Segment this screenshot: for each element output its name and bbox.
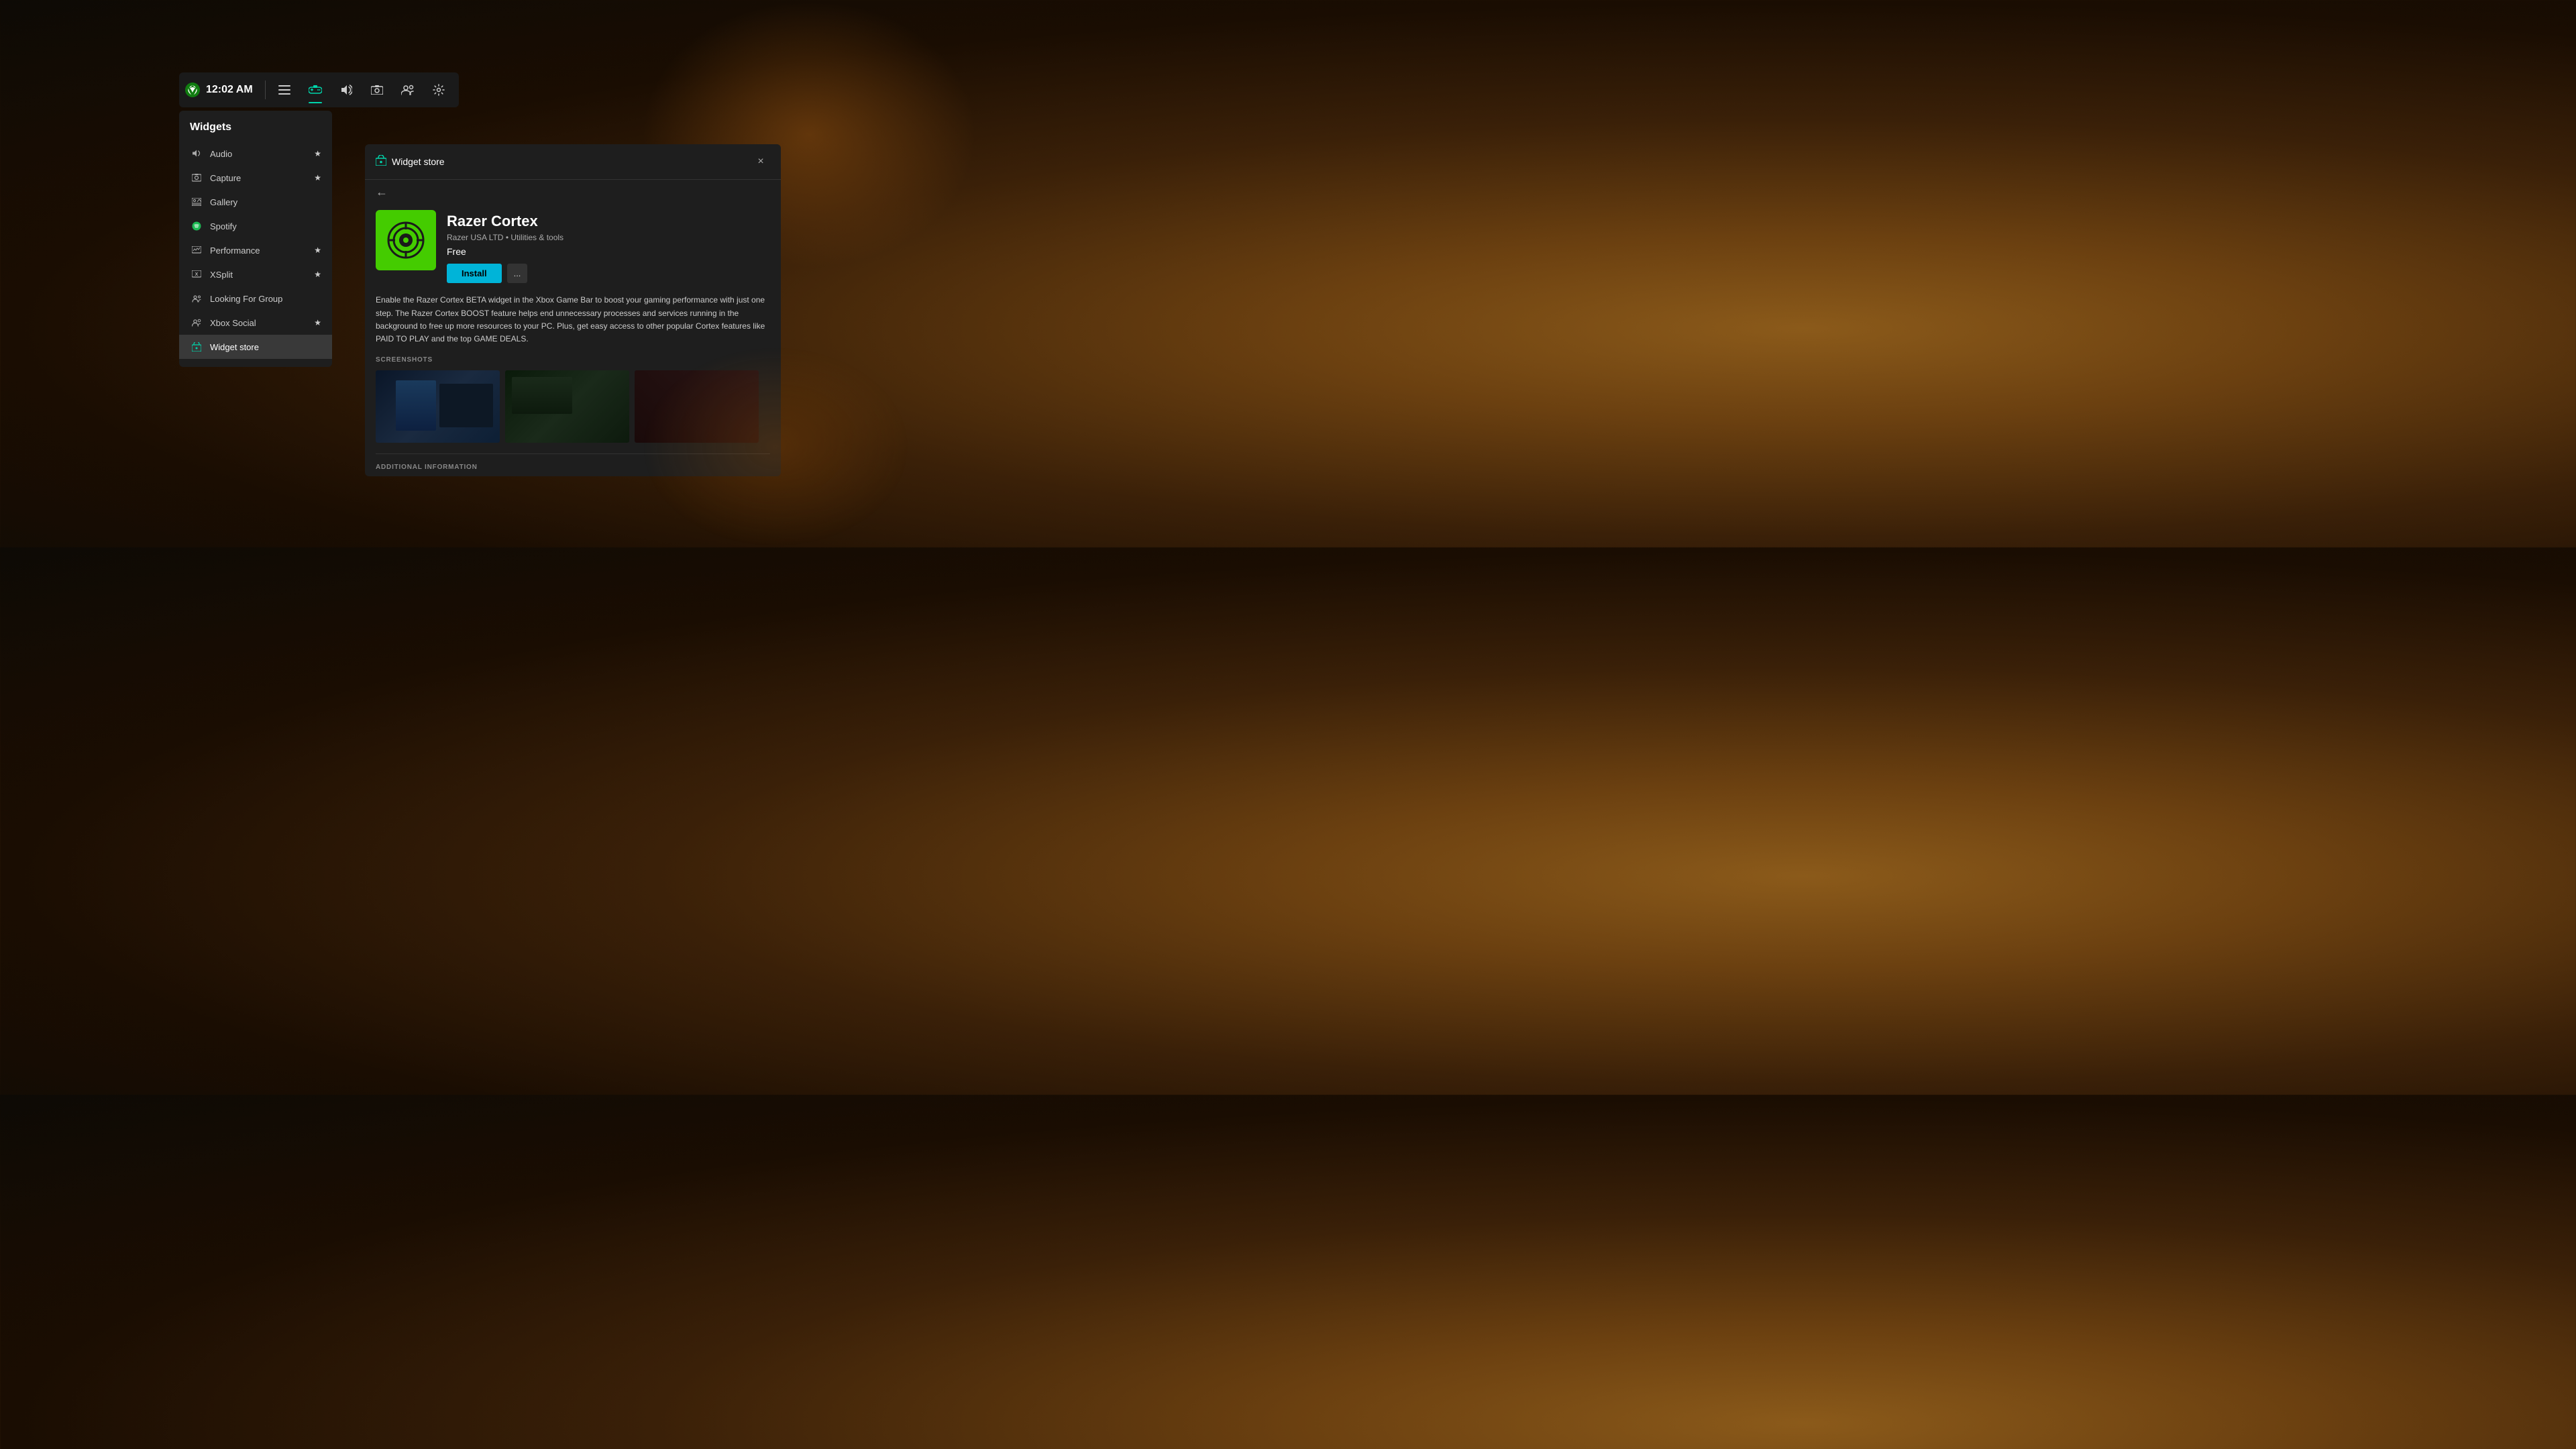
xsplit-icon: X bbox=[190, 268, 203, 281]
xbox-logo bbox=[184, 82, 201, 98]
gallery-icon bbox=[190, 195, 203, 209]
additional-info: ADDITIONAL INFORMATION Release date Appr… bbox=[376, 453, 770, 476]
lfg-label: Looking For Group bbox=[210, 294, 282, 304]
gallery-label: Gallery bbox=[210, 197, 237, 207]
spotify-label: Spotify bbox=[210, 221, 237, 231]
app-description: Enable the Razer Cortex BETA widget in t… bbox=[376, 294, 770, 345]
app-price: Free bbox=[447, 246, 770, 257]
widget-store-close-button[interactable]: × bbox=[751, 152, 770, 171]
audio-label: Audio bbox=[210, 149, 232, 159]
xbox-social-icon bbox=[190, 316, 203, 329]
screenshot-1[interactable] bbox=[376, 370, 500, 443]
screenshot-3[interactable] bbox=[635, 370, 759, 443]
gamebar-clock: 12:02 AM bbox=[206, 84, 253, 96]
performance-label: Performance bbox=[210, 246, 260, 256]
sidebar-item-lfg[interactable]: Looking For Group bbox=[179, 286, 332, 311]
app-icon bbox=[376, 210, 436, 270]
capture-icon bbox=[190, 171, 203, 184]
widget-store-sidebar-icon bbox=[190, 340, 203, 354]
widget-store-panel: Widget store × ← bbox=[365, 144, 781, 476]
performance-star[interactable]: ★ bbox=[314, 246, 321, 255]
audio-icon bbox=[190, 147, 203, 160]
app-header: Razer Cortex Razer USA LTD • Utilities &… bbox=[376, 205, 770, 294]
sidebar-item-audio[interactable]: Audio ★ bbox=[179, 142, 332, 166]
widget-store-header-icon bbox=[376, 155, 386, 169]
sidebar-item-widget-store[interactable]: Widget store bbox=[179, 335, 332, 359]
install-button[interactable]: Install bbox=[447, 264, 502, 283]
gamebar-audio-button[interactable] bbox=[331, 75, 361, 105]
capture-star[interactable]: ★ bbox=[314, 173, 321, 182]
widget-store-back-button[interactable]: ← bbox=[365, 180, 781, 205]
gamebar-separator bbox=[265, 80, 266, 99]
app-actions: Install ... bbox=[447, 264, 770, 283]
audio-star[interactable]: ★ bbox=[314, 149, 321, 158]
sidebar-item-xbox-social[interactable]: Xbox Social ★ bbox=[179, 311, 332, 335]
spotify-icon bbox=[190, 219, 203, 233]
widgets-panel: Widgets Audio ★ Capture ★ bbox=[179, 111, 332, 367]
app-info: Razer Cortex Razer USA LTD • Utilities &… bbox=[447, 210, 770, 283]
widget-store-body: Razer Cortex Razer USA LTD • Utilities &… bbox=[365, 205, 781, 476]
widget-store-sidebar-label: Widget store bbox=[210, 342, 259, 352]
sidebar-item-performance[interactable]: Performance ★ bbox=[179, 238, 332, 262]
app-publisher: Razer USA LTD • Utilities & tools bbox=[447, 233, 770, 242]
lfg-icon bbox=[190, 292, 203, 305]
xbox-social-label: Xbox Social bbox=[210, 318, 256, 328]
gamebar-menu-button[interactable] bbox=[270, 75, 299, 105]
app-name: Razer Cortex bbox=[447, 213, 770, 230]
more-button[interactable]: ... bbox=[507, 264, 528, 283]
widget-store-header-left: Widget store bbox=[376, 155, 445, 169]
widget-store-header: Widget store × bbox=[365, 144, 781, 180]
gamebar-capture-button[interactable] bbox=[362, 75, 392, 105]
performance-icon bbox=[190, 244, 203, 257]
gamebar: 12:02 AM bbox=[179, 72, 459, 107]
widget-store-title: Widget store bbox=[392, 156, 445, 167]
screenshots-row bbox=[376, 370, 770, 443]
capture-label: Capture bbox=[210, 173, 241, 183]
screenshots-label: SCREENSHOTS bbox=[376, 356, 770, 364]
gamebar-social-button[interactable] bbox=[393, 75, 423, 105]
additional-info-label: ADDITIONAL INFORMATION bbox=[376, 464, 770, 471]
xbox-social-star[interactable]: ★ bbox=[314, 318, 321, 327]
svg-text:X: X bbox=[195, 272, 199, 277]
screenshot-2[interactable] bbox=[505, 370, 629, 443]
sidebar-item-spotify[interactable]: Spotify bbox=[179, 214, 332, 238]
gamebar-settings-button[interactable] bbox=[424, 75, 453, 105]
xsplit-label: XSplit bbox=[210, 270, 233, 280]
xsplit-star[interactable]: ★ bbox=[314, 270, 321, 279]
sidebar-item-capture[interactable]: Capture ★ bbox=[179, 166, 332, 190]
sidebar-item-gallery[interactable]: Gallery bbox=[179, 190, 332, 214]
gamebar-game-button[interactable] bbox=[301, 75, 330, 105]
widgets-panel-title: Widgets bbox=[179, 119, 332, 142]
sidebar-item-xsplit[interactable]: X XSplit ★ bbox=[179, 262, 332, 286]
